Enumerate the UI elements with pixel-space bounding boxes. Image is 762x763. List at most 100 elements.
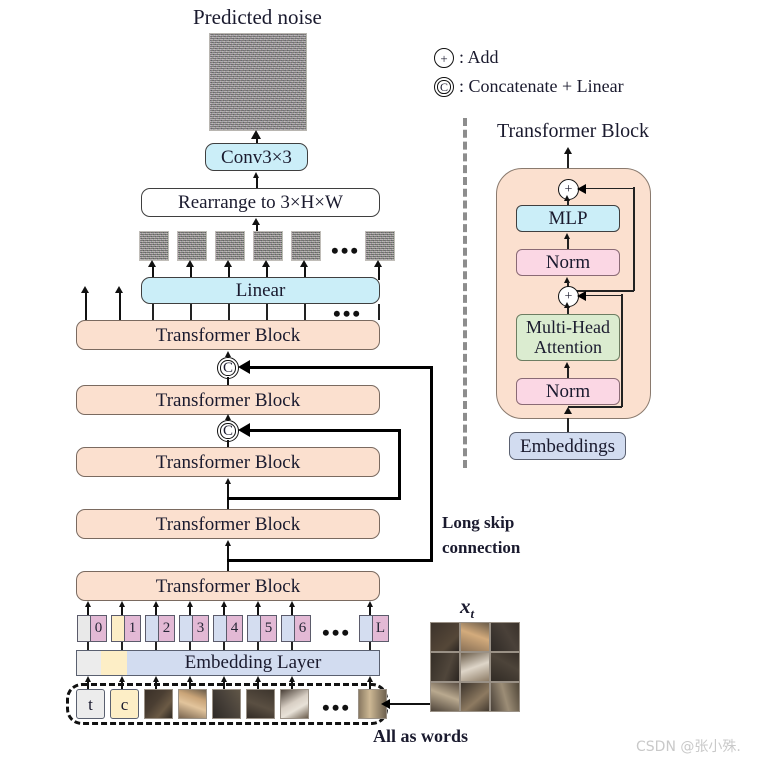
- predicted-noise-image: [209, 33, 307, 131]
- arrow-word-to-embed-head: [220, 676, 227, 682]
- arrow-tb2-to-c1: [227, 377, 229, 385]
- conv3x3-label: Conv3×3: [221, 146, 292, 168]
- xt-grid-cell: [430, 652, 460, 682]
- arrow-xt-to-words-head: [381, 699, 390, 709]
- token-3[interactable]: 3: [179, 615, 209, 642]
- arrow-tb4-to-tb3-head: [224, 478, 231, 484]
- arrow-token-to-tb5-head: [118, 601, 125, 607]
- transformer-block-label: Transformer Block: [155, 451, 301, 473]
- arrow-embeddings-to-norm-head: [563, 407, 572, 414]
- residual-1-arrowhead: [577, 290, 586, 301]
- image-word-patch: [144, 689, 173, 719]
- arrow-mlp-to-add-head: [564, 195, 570, 201]
- arrow-linear-to-patch-head: [186, 260, 194, 267]
- tb-free-output-line: [85, 292, 87, 320]
- token-4[interactable]: 4: [213, 615, 243, 642]
- token-0-left: [77, 615, 91, 642]
- arrow-linear-to-patch-head: [224, 260, 232, 267]
- transformer-block-label: Transformer Block: [155, 575, 301, 597]
- tb-free-output-head: [81, 286, 89, 293]
- token-1-right: 1: [125, 615, 141, 642]
- arrow-word-to-embed-head: [118, 676, 125, 682]
- image-word-patch: [178, 689, 207, 719]
- all-as-words-label: All as words: [373, 726, 469, 746]
- token-0[interactable]: 0: [77, 615, 107, 642]
- token-1-left: [111, 615, 125, 642]
- token-2[interactable]: 2: [145, 615, 175, 642]
- mha-label-line2: Attention: [534, 336, 602, 357]
- xt-grid-cell: [430, 622, 460, 652]
- linear-box[interactable]: Linear: [141, 277, 380, 304]
- residual-2-top: [586, 187, 634, 190]
- long-skip-label-line1: Long skip: [442, 513, 515, 532]
- xt-grid-cell: [490, 652, 520, 682]
- word-token-c[interactable]: c: [110, 689, 139, 719]
- arrow-linear-to-patch-head: [374, 260, 382, 267]
- legend-add-symbol: +: [440, 50, 448, 66]
- noise-patch: [365, 231, 395, 261]
- watermark: CSDN @张小殊.: [636, 739, 741, 755]
- arrow-linear-to-patch-head: [262, 260, 270, 267]
- outer-skip-bottom: [227, 559, 433, 563]
- inner-skip-top: [250, 428, 401, 432]
- arrow-token-to-tb5-head: [254, 601, 261, 607]
- norm-box-lower[interactable]: Norm: [516, 378, 620, 405]
- embedding-layer-seg-t: [77, 651, 101, 675]
- token-6-right: 6: [295, 615, 311, 642]
- image-word-patch: [280, 689, 309, 719]
- arrow-token-to-tb5-head: [220, 601, 227, 607]
- outer-skip-arrowhead: [238, 360, 250, 374]
- arrow-token-to-tb5-head: [152, 601, 159, 607]
- transformer-block-3[interactable]: Transformer Block: [76, 447, 380, 477]
- transformer-block-4[interactable]: Transformer Block: [76, 509, 380, 539]
- token-L[interactable]: L: [359, 615, 389, 642]
- outer-skip-top: [250, 365, 433, 369]
- transformer-block-label: Transformer Block: [155, 389, 301, 411]
- token-3-right: 3: [193, 615, 209, 642]
- outer-skip-right: [430, 366, 434, 562]
- arrow-word-to-embed-head: [186, 676, 193, 682]
- norm-upper-label: Norm: [545, 252, 591, 273]
- transformer-block-label: Transformer Block: [155, 513, 301, 535]
- arrow-norm1-to-mha-head: [564, 362, 570, 368]
- transformer-block-2[interactable]: Transformer Block: [76, 385, 380, 415]
- rearrange-box[interactable]: Rearrange to 3×H×W: [141, 188, 380, 217]
- token-5[interactable]: 5: [247, 615, 277, 642]
- embeddings-box[interactable]: Embeddings: [509, 432, 626, 460]
- mlp-box[interactable]: MLP: [516, 205, 620, 232]
- arrow-token-to-tb5-head: [84, 601, 91, 607]
- residual-2-right: [633, 187, 635, 291]
- noise-patch: [215, 231, 245, 261]
- conv3x3-box[interactable]: Conv3×3: [205, 143, 308, 171]
- concat-op-2: C: [217, 420, 239, 442]
- word-token-c-label: c: [120, 694, 129, 714]
- xt-grid-cell: [430, 682, 460, 712]
- legend-add-icon: +: [434, 48, 454, 68]
- predicted-noise-title: Predicted noise: [193, 5, 322, 29]
- legend-add-text: : Add: [459, 47, 499, 67]
- tb-free-output-line: [119, 292, 121, 320]
- token-4-left: [213, 615, 227, 642]
- noise-patch-ellipsis: •••: [331, 238, 361, 263]
- noise-patch: [177, 231, 207, 261]
- token-6[interactable]: 6: [281, 615, 311, 642]
- transformer-block-1[interactable]: Transformer Block: [76, 320, 380, 350]
- token-3-left: [179, 615, 193, 642]
- residual-1-top: [586, 294, 622, 297]
- arrow-token-to-tb5-head: [366, 601, 373, 607]
- rearrange-label: Rearrange to 3×H×W: [178, 192, 343, 213]
- norm-box-upper[interactable]: Norm: [516, 249, 620, 276]
- arrow-word-to-embed-head: [84, 676, 91, 682]
- transformer-block-5[interactable]: Transformer Block: [76, 571, 380, 601]
- embedding-layer-seg-c: [101, 651, 127, 675]
- token-1[interactable]: 1: [111, 615, 141, 642]
- xt-label-main: x: [460, 594, 471, 618]
- image-word-patch: [212, 689, 241, 719]
- word-token-t[interactable]: t: [76, 689, 105, 719]
- embedding-layer[interactable]: Embedding Layer: [76, 650, 380, 676]
- image-word-ellipsis: •••: [322, 695, 352, 720]
- multi-head-attention-box[interactable]: Multi-Head Attention: [516, 314, 620, 361]
- arrow-xt-to-words-line: [389, 703, 434, 705]
- tb-to-linear-line: [378, 304, 380, 320]
- inner-skip-arrowhead: [238, 423, 250, 437]
